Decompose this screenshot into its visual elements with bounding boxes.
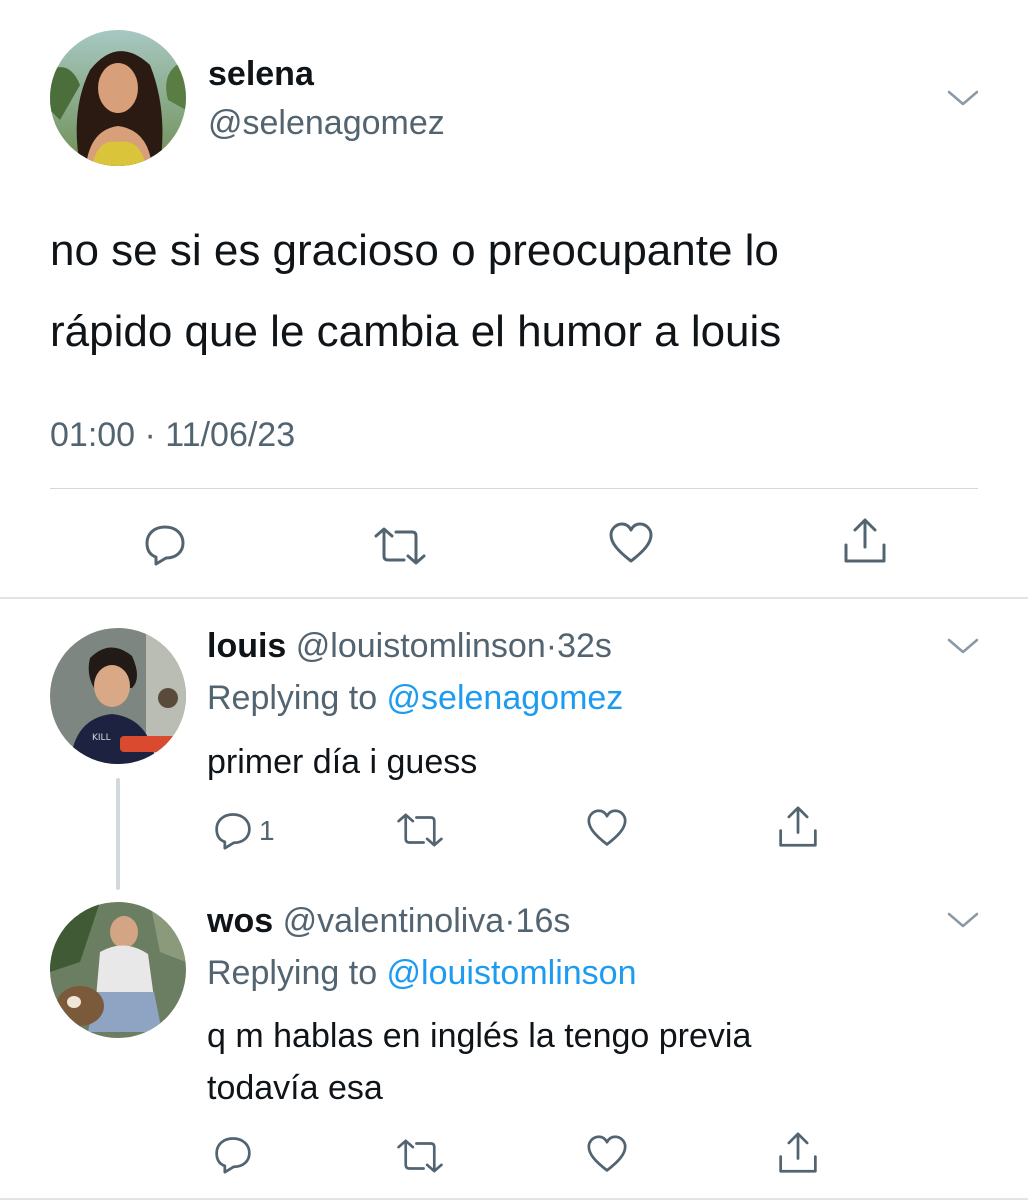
mention-link[interactable]: @selenagomez bbox=[387, 679, 624, 717]
retweet-icon[interactable] bbox=[372, 526, 428, 566]
avatar[interactable] bbox=[50, 902, 186, 1038]
share-icon[interactable] bbox=[842, 517, 888, 565]
chevron-down-icon[interactable] bbox=[946, 910, 980, 930]
author-handle[interactable]: @valentinoliva bbox=[283, 902, 505, 940]
separator: · bbox=[504, 902, 516, 940]
avatar[interactable] bbox=[50, 30, 186, 166]
author-name[interactable]: louis bbox=[207, 627, 286, 665]
svg-text:KILL: KILL bbox=[92, 733, 111, 743]
share-icon[interactable] bbox=[777, 805, 819, 849]
thread-connector bbox=[116, 778, 120, 890]
author-name[interactable]: wos bbox=[207, 902, 273, 940]
like-icon[interactable] bbox=[586, 808, 628, 848]
reply-count: 1 bbox=[259, 815, 275, 846]
reply-time[interactable]: 16s bbox=[516, 902, 571, 940]
replying-to: Replying to @selenagomez bbox=[207, 678, 623, 718]
retweet-icon[interactable] bbox=[395, 1138, 445, 1174]
like-icon[interactable] bbox=[608, 521, 654, 565]
chevron-down-icon[interactable] bbox=[946, 636, 980, 656]
tweet-timestamp[interactable]: 01:00 · 11/06/23 bbox=[50, 414, 295, 456]
reply-text-line: todavía esa bbox=[207, 1069, 383, 1107]
avatar[interactable]: KILL bbox=[50, 628, 186, 764]
like-icon[interactable] bbox=[586, 1134, 628, 1174]
tweet-thread: selena @selenagomez no se si es gracioso… bbox=[0, 0, 1028, 1200]
tweet-text-line: rápido que le cambia el humor a louis bbox=[50, 307, 782, 356]
reply-icon[interactable] bbox=[143, 522, 187, 566]
replying-to-label: Replying to bbox=[207, 679, 387, 717]
reply-time[interactable]: 32s bbox=[557, 627, 612, 665]
mention-link[interactable]: @louistomlinson bbox=[387, 954, 637, 992]
author-name[interactable]: selena bbox=[208, 54, 314, 94]
author-handle[interactable]: @selenagomez bbox=[208, 103, 445, 143]
replying-to-label: Replying to bbox=[207, 954, 387, 992]
reply-icon[interactable] bbox=[213, 810, 253, 850]
separator: · bbox=[545, 627, 558, 665]
replying-to: Replying to @louistomlinson bbox=[207, 953, 637, 993]
retweet-icon[interactable] bbox=[395, 812, 445, 848]
reply-header: louis @louistomlinson·32s bbox=[207, 626, 612, 666]
divider bbox=[0, 597, 1028, 599]
share-icon[interactable] bbox=[777, 1131, 819, 1175]
reply-text-line: q m hablas en inglés la tengo previa bbox=[207, 1017, 752, 1055]
divider bbox=[50, 488, 978, 489]
reply-text: q m hablas en inglés la tengo previa tod… bbox=[207, 1010, 987, 1114]
reply-text: primer día i guess bbox=[207, 743, 478, 781]
tweet-text-line: no se si es gracioso o preocupante lo bbox=[50, 226, 779, 275]
reply-icon[interactable] bbox=[213, 1134, 253, 1174]
chevron-down-icon[interactable] bbox=[946, 88, 980, 108]
author-handle[interactable]: @louistomlinson bbox=[296, 627, 546, 665]
reply-header: wos @valentinoliva·16s bbox=[207, 901, 570, 941]
tweet-text: no se si es gracioso o preocupante lo rá… bbox=[50, 210, 990, 372]
